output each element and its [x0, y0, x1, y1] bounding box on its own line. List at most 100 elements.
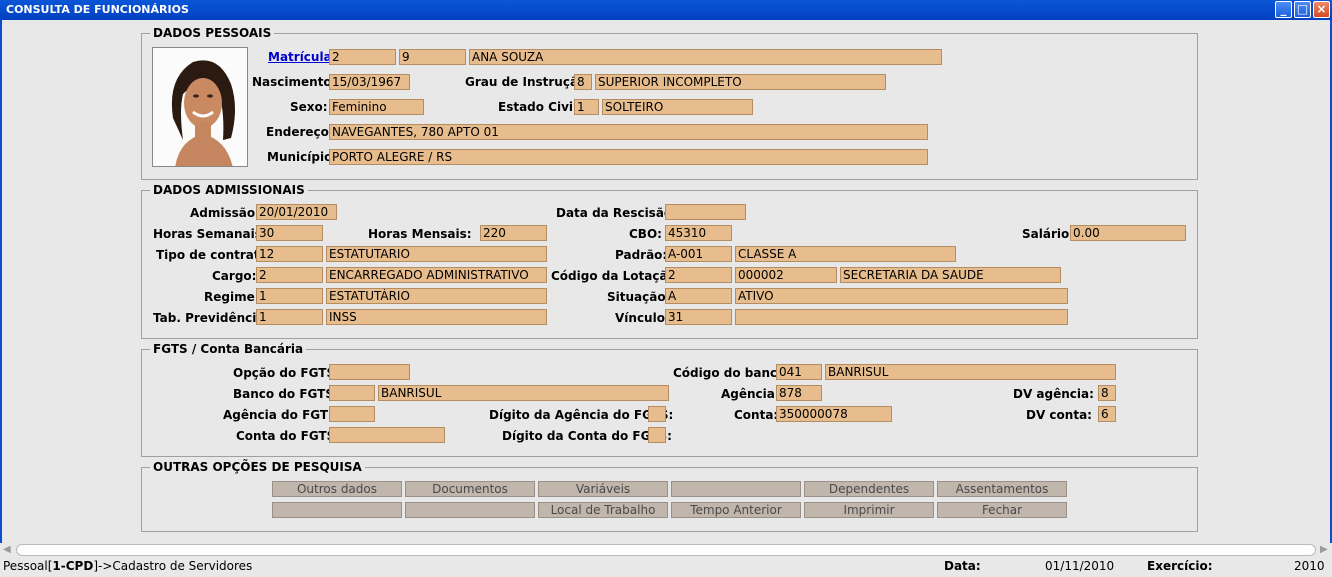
sexo-field[interactable]: Feminino: [329, 99, 424, 115]
codigo-banco-field[interactable]: 041: [776, 364, 822, 380]
salario-label: Salário:: [1022, 227, 1075, 241]
agencia-fgts-label: Agência do FGTS:: [223, 408, 342, 422]
conta-fgts-label: Conta do FGTS:: [236, 429, 341, 443]
outros-dados-button[interactable]: Outros dados: [272, 481, 402, 497]
grau-code-field[interactable]: 8: [574, 74, 592, 90]
agencia-field[interactable]: 878: [776, 385, 822, 401]
horizontal-scrollbar[interactable]: ◀ ▶: [0, 543, 1332, 557]
minimize-button[interactable]: _: [1275, 1, 1292, 18]
cargo-code-field[interactable]: 2: [256, 267, 323, 283]
scroll-right-icon[interactable]: ▶: [1320, 544, 1328, 555]
status-data-label: Data:: [944, 559, 981, 573]
previdencia-code-field[interactable]: 1: [256, 309, 323, 325]
rescisao-field[interactable]: [665, 204, 746, 220]
status-exercicio-label: Exercício:: [1147, 559, 1213, 573]
window-title: CONSULTA DE FUNCIONÁRIOS: [6, 3, 189, 16]
dv-conta-field[interactable]: 6: [1098, 406, 1116, 422]
regime-code-field[interactable]: 1: [256, 288, 323, 304]
estado-civil-field[interactable]: SOLTEIRO: [602, 99, 753, 115]
lotacao-number-field[interactable]: 000002: [735, 267, 837, 283]
estado-civil-code-field[interactable]: 1: [574, 99, 599, 115]
matricula-link[interactable]: Matrícula:: [268, 50, 336, 64]
vinculo-code-field[interactable]: 31: [665, 309, 732, 325]
municipio-label: Município:: [267, 150, 338, 164]
close-button[interactable]: ×: [1313, 1, 1330, 18]
lotacao-label: Código da Lotação:: [551, 269, 681, 283]
employee-photo: [152, 47, 248, 167]
outras-opcoes-legend: OUTRAS OPÇÕES DE PESQUISA: [153, 460, 362, 474]
dados-admissionais-legend: DADOS ADMISSIONAIS: [153, 183, 305, 197]
vinculo-label: Vínculo:: [615, 311, 670, 325]
banco-fgts-field[interactable]: BANRISUL: [378, 385, 669, 401]
agencia-label: Agência:: [721, 387, 780, 401]
nascimento-field[interactable]: 15/03/1967: [329, 74, 410, 90]
grau-field[interactable]: SUPERIOR INCOMPLETO: [595, 74, 886, 90]
blank-button-1[interactable]: [671, 481, 801, 497]
admissao-field[interactable]: 20/01/2010: [256, 204, 337, 220]
blank-button-2[interactable]: [272, 502, 402, 518]
assentamentos-button[interactable]: Assentamentos: [937, 481, 1067, 497]
agencia-fgts-field[interactable]: [329, 406, 375, 422]
horas-semanais-field[interactable]: 30: [256, 225, 323, 241]
maximize-button[interactable]: □: [1294, 1, 1311, 18]
fechar-button[interactable]: Fechar: [937, 502, 1067, 518]
dv-agencia-label: DV agência:: [1013, 387, 1094, 401]
situacao-code-field[interactable]: A: [665, 288, 732, 304]
codigo-banco-label: Código do banco:: [673, 366, 791, 380]
nome-field[interactable]: ANA SOUZA: [469, 49, 942, 65]
rescisao-label: Data da Rescisão:: [556, 206, 677, 220]
tipo-contrato-code-field[interactable]: 12: [256, 246, 323, 262]
lotacao-code-field[interactable]: 2: [665, 267, 732, 283]
digito-conta-fgts-field[interactable]: [648, 427, 666, 443]
regime-field[interactable]: ESTATUTÁRIO: [326, 288, 547, 304]
municipio-field[interactable]: PORTO ALEGRE / RS: [329, 149, 928, 165]
situacao-field[interactable]: ATIVO: [735, 288, 1068, 304]
salario-field[interactable]: 0.00: [1070, 225, 1186, 241]
matricula-field-1[interactable]: 2: [329, 49, 396, 65]
banco-fgts-label: Banco do FGTS:: [233, 387, 339, 401]
padrao-code-field[interactable]: A-001: [665, 246, 732, 262]
imprimir-button[interactable]: Imprimir: [804, 502, 934, 518]
digito-agencia-fgts-field[interactable]: [648, 406, 666, 422]
scroll-thumb[interactable]: [16, 544, 1316, 556]
padrao-field[interactable]: CLASSE A: [735, 246, 956, 262]
estado-civil-label: Estado Civil:: [498, 100, 582, 114]
conta-fgts-field[interactable]: [329, 427, 445, 443]
dv-agencia-field[interactable]: 8: [1098, 385, 1116, 401]
title-bar: CONSULTA DE FUNCIONÁRIOS _ □ ×: [0, 0, 1332, 20]
tempo-anterior-button[interactable]: Tempo Anterior: [671, 502, 801, 518]
padrao-label: Padrão:: [615, 248, 668, 262]
opcao-fgts-label: Opção do FGTS:: [233, 366, 340, 380]
conta-field[interactable]: 350000078: [776, 406, 892, 422]
variaveis-button[interactable]: Variáveis: [538, 481, 668, 497]
local-trabalho-button[interactable]: Local de Trabalho: [538, 502, 668, 518]
blank-button-3[interactable]: [405, 502, 535, 518]
conta-label: Conta:: [734, 408, 779, 422]
banco-field[interactable]: BANRISUL: [825, 364, 1116, 380]
admissao-label: Admissão:: [190, 206, 260, 220]
tipo-contrato-field[interactable]: ESTATUTARIO: [326, 246, 547, 262]
dv-conta-label: DV conta:: [1026, 408, 1092, 422]
person-photo-icon: [153, 48, 247, 166]
status-path-prefix: Pessoal[: [3, 559, 53, 573]
cbo-field[interactable]: 45310: [665, 225, 732, 241]
cargo-label: Cargo:: [212, 269, 257, 283]
scroll-left-icon[interactable]: ◀: [3, 544, 11, 555]
matricula-field-2[interactable]: 9: [399, 49, 466, 65]
banco-fgts-code-field[interactable]: [329, 385, 375, 401]
status-path: Pessoal[1-CPD]->Cadastro de Servidores: [3, 559, 252, 573]
previdencia-label: Tab. Previdência:: [153, 311, 270, 325]
vinculo-field[interactable]: [735, 309, 1068, 325]
previdencia-field[interactable]: INSS: [326, 309, 547, 325]
lotacao-field[interactable]: SECRETARIA DA SAUDE: [840, 267, 1061, 283]
documentos-button[interactable]: Documentos: [405, 481, 535, 497]
status-path-module: 1-CPD: [52, 559, 94, 573]
opcao-fgts-field[interactable]: [329, 364, 410, 380]
dependentes-button[interactable]: Dependentes: [804, 481, 934, 497]
status-data-value: 01/11/2010: [1045, 559, 1115, 573]
fgts-legend: FGTS / Conta Bancária: [153, 342, 304, 356]
status-exercicio-value: 2010: [1294, 559, 1325, 573]
cargo-field[interactable]: ENCARREGADO ADMINISTRATIVO: [326, 267, 547, 283]
endereco-field[interactable]: NAVEGANTES, 780 APTO 01: [329, 124, 928, 140]
horas-mensais-field[interactable]: 220: [480, 225, 547, 241]
